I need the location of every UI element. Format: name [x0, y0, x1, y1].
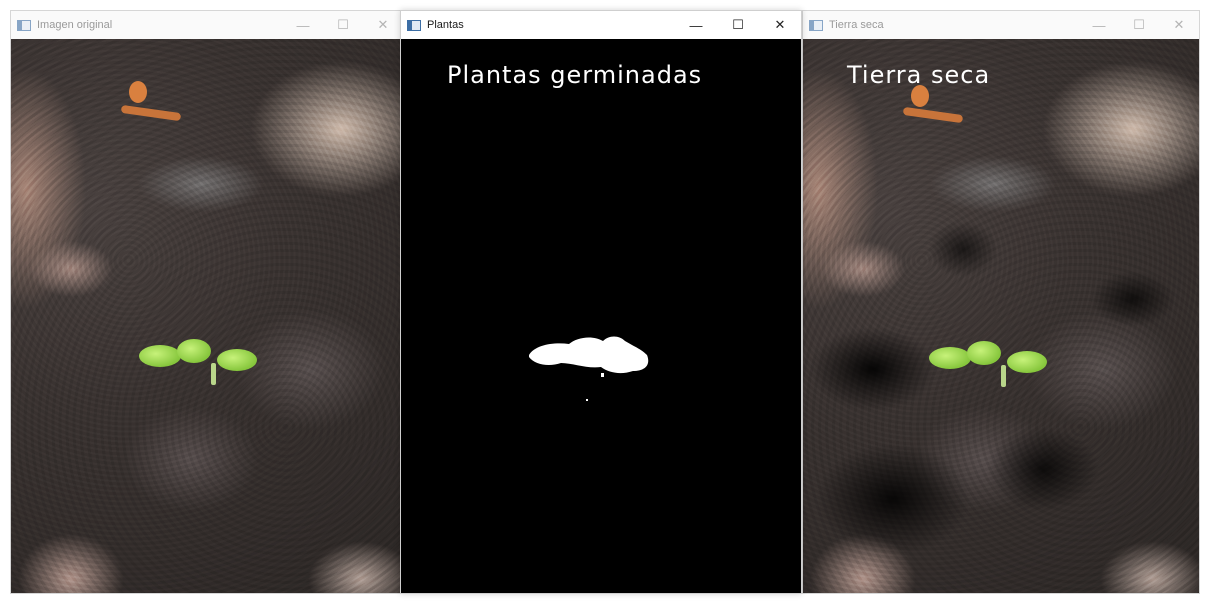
maximize-icon: ☐ [732, 17, 744, 32]
plant-speck [601, 373, 604, 377]
close-icon: ✕ [1173, 17, 1185, 32]
window-controls: — ☐ ✕ [283, 11, 403, 39]
image-view-tierra-seca: Tierra seca [803, 39, 1199, 593]
leaf [1007, 351, 1047, 373]
leaf [217, 349, 257, 371]
title-bar[interactable]: Imagen original — ☐ ✕ [11, 11, 403, 39]
stem [211, 363, 216, 385]
leaf [967, 341, 1001, 365]
close-button[interactable]: ✕ [363, 11, 403, 39]
minimize-button[interactable]: — [283, 11, 323, 39]
plant-mask [529, 336, 649, 401]
window-controls: — ☐ ✕ [1079, 11, 1199, 39]
window-tierra-seca[interactable]: Tierra seca — ☐ ✕ Tierra seca [802, 10, 1200, 594]
plant-speck [586, 399, 588, 401]
overlay-label: Tierra seca [847, 61, 991, 89]
dry-soil-mask [803, 39, 1199, 593]
maximize-button[interactable]: ☐ [717, 11, 759, 39]
window-plantas[interactable]: Plantas — ☐ ✕ Plantas germinadas [400, 10, 802, 594]
stem [1001, 365, 1006, 387]
window-imagen-original[interactable]: Imagen original — ☐ ✕ [10, 10, 404, 594]
window-title: Imagen original [37, 19, 113, 31]
app-window-icon [809, 19, 823, 31]
app-window-icon [407, 19, 421, 31]
seedling [139, 335, 259, 385]
minimize-icon: — [1092, 17, 1106, 33]
minimize-icon: — [689, 17, 703, 33]
title-bar[interactable]: Tierra seca — ☐ ✕ [803, 11, 1199, 39]
close-button[interactable]: ✕ [1159, 11, 1199, 39]
window-title: Plantas [427, 19, 464, 31]
maximize-icon: ☐ [1133, 17, 1145, 32]
maximize-button[interactable]: ☐ [323, 11, 363, 39]
leaf [139, 345, 181, 367]
image-view-original [11, 39, 403, 593]
app-window-icon [17, 19, 31, 31]
maximize-icon: ☐ [337, 17, 349, 32]
minimize-button[interactable]: — [675, 11, 717, 39]
minimize-icon: — [296, 17, 310, 33]
window-controls: — ☐ ✕ [675, 11, 801, 39]
plant-blob [529, 336, 649, 374]
seedling [929, 337, 1049, 387]
title-bar[interactable]: Plantas — ☐ ✕ [401, 11, 801, 39]
leaf [929, 347, 971, 369]
orange-debris [129, 81, 147, 103]
leaf [177, 339, 211, 363]
soil-photo [11, 39, 403, 593]
close-icon: ✕ [377, 17, 389, 32]
close-button[interactable]: ✕ [759, 11, 801, 39]
close-icon: ✕ [774, 17, 786, 32]
image-view-plantas: Plantas germinadas [401, 39, 801, 593]
maximize-button[interactable]: ☐ [1119, 11, 1159, 39]
window-title: Tierra seca [829, 19, 884, 31]
minimize-button[interactable]: — [1079, 11, 1119, 39]
